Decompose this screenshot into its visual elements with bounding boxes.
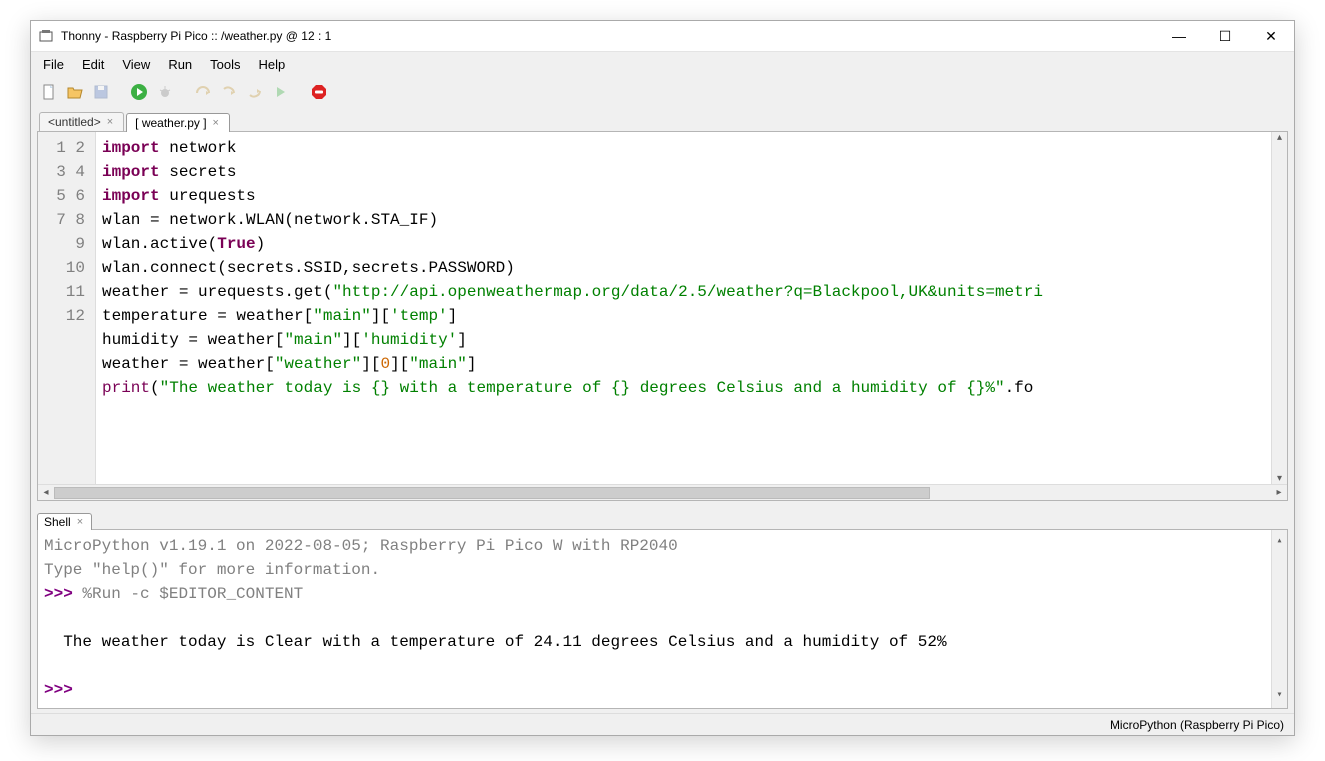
step-into-icon[interactable] bbox=[219, 82, 239, 102]
close-icon[interactable]: × bbox=[105, 116, 115, 128]
new-file-icon[interactable] bbox=[39, 82, 59, 102]
menu-edit[interactable]: Edit bbox=[74, 55, 112, 74]
tab-label: Shell bbox=[44, 515, 71, 529]
menu-view[interactable]: View bbox=[114, 55, 158, 74]
window-title: Thonny - Raspberry Pi Pico :: /weather.p… bbox=[61, 29, 331, 43]
debug-icon[interactable] bbox=[155, 82, 175, 102]
toolbar bbox=[31, 77, 1294, 107]
open-file-icon[interactable] bbox=[65, 82, 85, 102]
close-button[interactable]: ✕ bbox=[1248, 21, 1294, 51]
step-out-icon[interactable] bbox=[245, 82, 265, 102]
window-controls: — ☐ ✕ bbox=[1156, 21, 1294, 51]
vertical-scrollbar[interactable]: ▴▾ bbox=[1271, 530, 1287, 708]
shell-pane[interactable]: MicroPython v1.19.1 on 2022-08-05; Raspb… bbox=[37, 529, 1288, 709]
editor-pane: 1 2 3 4 5 6 7 8 9 10 11 12 import networ… bbox=[37, 131, 1288, 501]
close-icon[interactable]: × bbox=[75, 516, 85, 528]
interpreter-label[interactable]: MicroPython (Raspberry Pi Pico) bbox=[1110, 718, 1284, 732]
vertical-scrollbar[interactable]: ▴▾ bbox=[1271, 132, 1287, 484]
tab-untitled[interactable]: <untitled> × bbox=[39, 112, 124, 131]
app-window: Thonny - Raspberry Pi Pico :: /weather.p… bbox=[30, 20, 1295, 736]
tab-weather[interactable]: [ weather.py ] × bbox=[126, 113, 230, 132]
minimize-button[interactable]: — bbox=[1156, 21, 1202, 51]
menu-help[interactable]: Help bbox=[251, 55, 294, 74]
shell-tab-row: Shell × bbox=[31, 507, 1294, 529]
titlebar: Thonny - Raspberry Pi Pico :: /weather.p… bbox=[31, 21, 1294, 51]
menubar: File Edit View Run Tools Help bbox=[31, 51, 1294, 77]
save-icon[interactable] bbox=[91, 82, 111, 102]
maximize-button[interactable]: ☐ bbox=[1202, 21, 1248, 51]
step-over-icon[interactable] bbox=[193, 82, 213, 102]
code-editor[interactable]: import network import secrets import ure… bbox=[96, 132, 1271, 484]
menu-run[interactable]: Run bbox=[160, 55, 200, 74]
app-icon bbox=[39, 28, 55, 44]
editor-tabs: <untitled> × [ weather.py ] × bbox=[31, 107, 1294, 131]
stop-icon[interactable] bbox=[309, 82, 329, 102]
menu-file[interactable]: File bbox=[35, 55, 72, 74]
tab-shell[interactable]: Shell × bbox=[37, 513, 92, 530]
horizontal-scrollbar[interactable]: ◂ ▸ bbox=[38, 484, 1287, 500]
line-number-gutter: 1 2 3 4 5 6 7 8 9 10 11 12 bbox=[38, 132, 96, 484]
tab-label: <untitled> bbox=[48, 115, 101, 129]
run-icon[interactable] bbox=[129, 82, 149, 102]
menu-tools[interactable]: Tools bbox=[202, 55, 248, 74]
tab-label: [ weather.py ] bbox=[135, 116, 206, 130]
resume-icon[interactable] bbox=[271, 82, 291, 102]
statusbar: MicroPython (Raspberry Pi Pico) bbox=[31, 713, 1294, 735]
close-icon[interactable]: × bbox=[211, 117, 221, 129]
